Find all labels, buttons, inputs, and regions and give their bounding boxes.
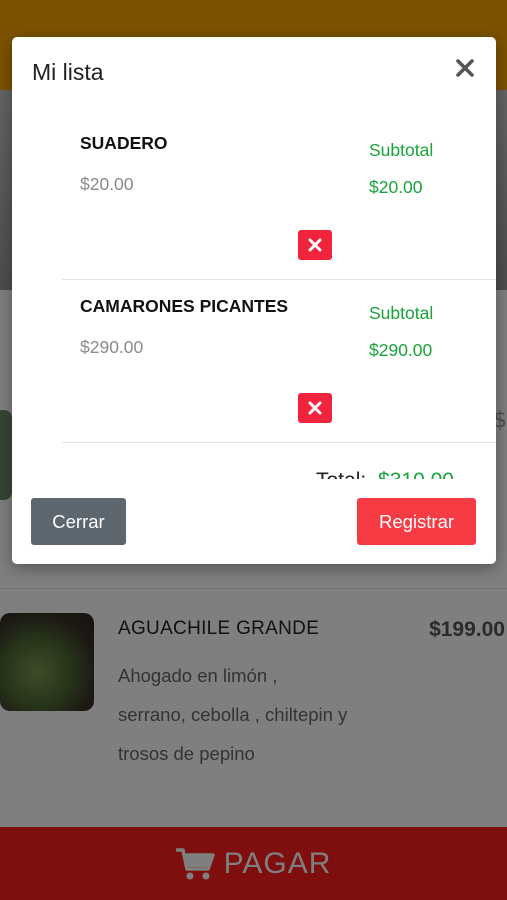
modal-title: Mi lista <box>32 59 104 85</box>
entry-divider <box>62 442 496 443</box>
subtotal-label: Subtotal <box>369 303 434 323</box>
modal-body[interactable]: SUADERO $20.00 Subtotal $20.00 CAMARONES… <box>12 117 496 479</box>
subtotal-label: Subtotal <box>369 140 434 160</box>
entry-name: SUADERO <box>80 133 168 153</box>
remove-item-button[interactable] <box>298 230 332 260</box>
modal-footer: Cerrar Registrar <box>12 479 496 564</box>
cart-modal: Mi lista SUADERO $20.00 Subtotal $20.00 … <box>12 37 496 564</box>
remove-item-button[interactable] <box>298 393 332 423</box>
x-icon <box>308 401 322 415</box>
total-value: $310.00 <box>378 469 454 479</box>
close-icon[interactable] <box>454 57 476 79</box>
entry-price: $20.00 <box>80 174 134 194</box>
entry-name: CAMARONES PICANTES <box>80 296 289 316</box>
cart-entry: SUADERO $20.00 Subtotal $20.00 <box>62 117 496 280</box>
x-icon <box>308 238 322 252</box>
cart-total: Total: $310.00 <box>316 469 454 479</box>
entry-price: $290.00 <box>80 337 144 357</box>
total-label: Total: <box>316 469 366 479</box>
cart-entry: CAMARONES PICANTES $290.00 Subtotal $290… <box>62 280 496 443</box>
subtotal-value: $290.00 <box>369 340 433 360</box>
subtotal-value: $20.00 <box>369 177 423 197</box>
register-button[interactable]: Registrar <box>357 498 476 545</box>
close-button[interactable]: Cerrar <box>31 498 126 545</box>
